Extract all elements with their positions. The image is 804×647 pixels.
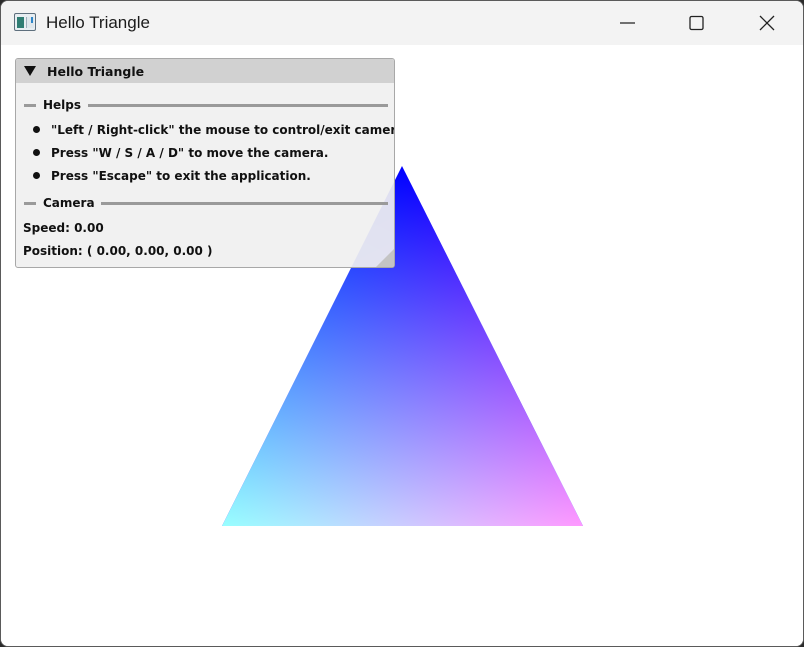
bullet-icon (33, 126, 40, 133)
help-item: Press "Escape" to exit the application. (51, 169, 311, 183)
resize-grip-icon[interactable] (374, 247, 394, 267)
minimize-button[interactable] (594, 1, 664, 45)
app-icon (14, 13, 36, 31)
close-button[interactable] (733, 1, 803, 45)
triangle-down-icon[interactable] (24, 66, 36, 76)
help-item: "Left / Right-click" the mouse to contro… (51, 123, 395, 137)
helps-label: Helps (43, 98, 82, 112)
camera-label: Camera (43, 196, 95, 210)
app-window: Hello Triangle Hello Triangle Helps "Lef… (0, 0, 804, 647)
helps-separator: Helps (24, 98, 388, 112)
bullet-icon (33, 172, 40, 179)
panel-header[interactable]: Hello Triangle (16, 59, 394, 83)
camera-speed: Speed: 0.00 (23, 221, 104, 235)
render-viewport[interactable]: Hello Triangle Helps "Left / Right-click… (1, 45, 803, 646)
maximize-button[interactable] (663, 1, 733, 45)
camera-position: Position: ( 0.00, 0.00, 0.00 ) (23, 244, 213, 258)
maximize-icon (689, 15, 704, 31)
camera-separator: Camera (24, 196, 388, 210)
close-icon (759, 15, 775, 31)
minimize-icon (620, 22, 635, 24)
help-item: Press "W / S / A / D" to move the camera… (51, 146, 329, 160)
hello-triangle-panel[interactable]: Hello Triangle Helps "Left / Right-click… (15, 58, 395, 268)
panel-title: Hello Triangle (47, 64, 145, 79)
window-title: Hello Triangle (46, 13, 150, 32)
title-bar[interactable]: Hello Triangle (1, 1, 803, 45)
bullet-icon (33, 149, 40, 156)
